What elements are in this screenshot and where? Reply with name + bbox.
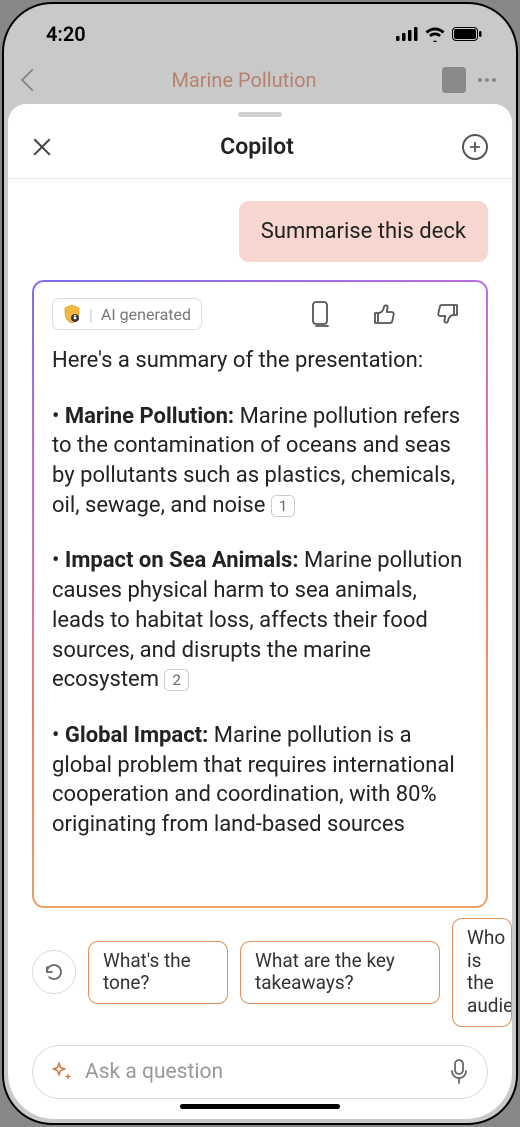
sheet-header: Copilot — [8, 119, 512, 179]
close-icon[interactable] — [32, 137, 52, 157]
chat-body: Summarise this deck | AI generated — [8, 179, 512, 908]
plus-bubble-icon — [464, 134, 486, 160]
response-intro: Here's a summary of the presentation: — [52, 346, 468, 376]
user-message: Summarise this deck — [239, 201, 488, 262]
wifi-icon — [425, 27, 445, 42]
response-text: Here's a summary of the presentation: • … — [52, 346, 468, 866]
thumbs-down-icon[interactable] — [436, 302, 460, 326]
ai-badge-label: AI generated — [101, 305, 191, 324]
response-card: | AI generated Here's a summary of the p… — [32, 280, 488, 908]
suggestion-chip[interactable]: What's the tone? — [88, 941, 228, 1005]
sheet-handle[interactable] — [238, 112, 282, 117]
response-bullet: • Impact on Sea Animals: Marine pollutio… — [52, 546, 468, 694]
back-icon[interactable] — [21, 69, 44, 92]
new-chat-button[interactable] — [462, 134, 488, 160]
thumbs-up-icon[interactable] — [372, 302, 396, 326]
battery-icon — [452, 27, 482, 41]
question-input[interactable]: Ask a question — [32, 1045, 488, 1099]
status-bar: 4:20 — [4, 4, 516, 56]
response-toolbar: | AI generated — [52, 298, 468, 330]
citation[interactable]: 1 — [271, 495, 295, 517]
device-frame: 4:20 Marine Pollution Copilot — [2, 2, 518, 1125]
suggestion-chip[interactable]: Who is the audience? — [452, 918, 512, 1027]
document-title: Marine Pollution — [60, 68, 428, 92]
suggestion-chip[interactable]: What are the key takeaways? — [240, 941, 440, 1005]
microphone-icon[interactable] — [449, 1059, 469, 1085]
more-icon[interactable] — [478, 78, 496, 82]
citation[interactable]: 2 — [164, 669, 188, 691]
status-icons — [396, 27, 482, 42]
ai-generated-badge: | AI generated — [52, 298, 202, 330]
input-placeholder: Ask a question — [85, 1060, 437, 1084]
presentation-icon[interactable] — [442, 67, 466, 93]
response-bullet: • Global Impact: Marine pollution is a g… — [52, 721, 468, 840]
refresh-button[interactable] — [32, 950, 76, 994]
suggestion-row: What's the tone? What are the key takeaw… — [8, 908, 512, 1031]
sparkle-icon — [51, 1061, 73, 1083]
status-time: 4:20 — [46, 22, 86, 46]
shield-icon — [63, 304, 81, 324]
response-bullet: • Marine Pollution: Marine pollution ref… — [52, 402, 468, 521]
copilot-sheet: Copilot Summarise this deck | AI g — [8, 104, 512, 1119]
sheet-title: Copilot — [52, 133, 462, 160]
copy-icon[interactable] — [310, 301, 332, 327]
app-header: Marine Pollution — [4, 56, 516, 104]
refresh-icon — [43, 961, 65, 983]
cellular-icon — [396, 27, 418, 41]
home-indicator[interactable] — [180, 1104, 340, 1109]
